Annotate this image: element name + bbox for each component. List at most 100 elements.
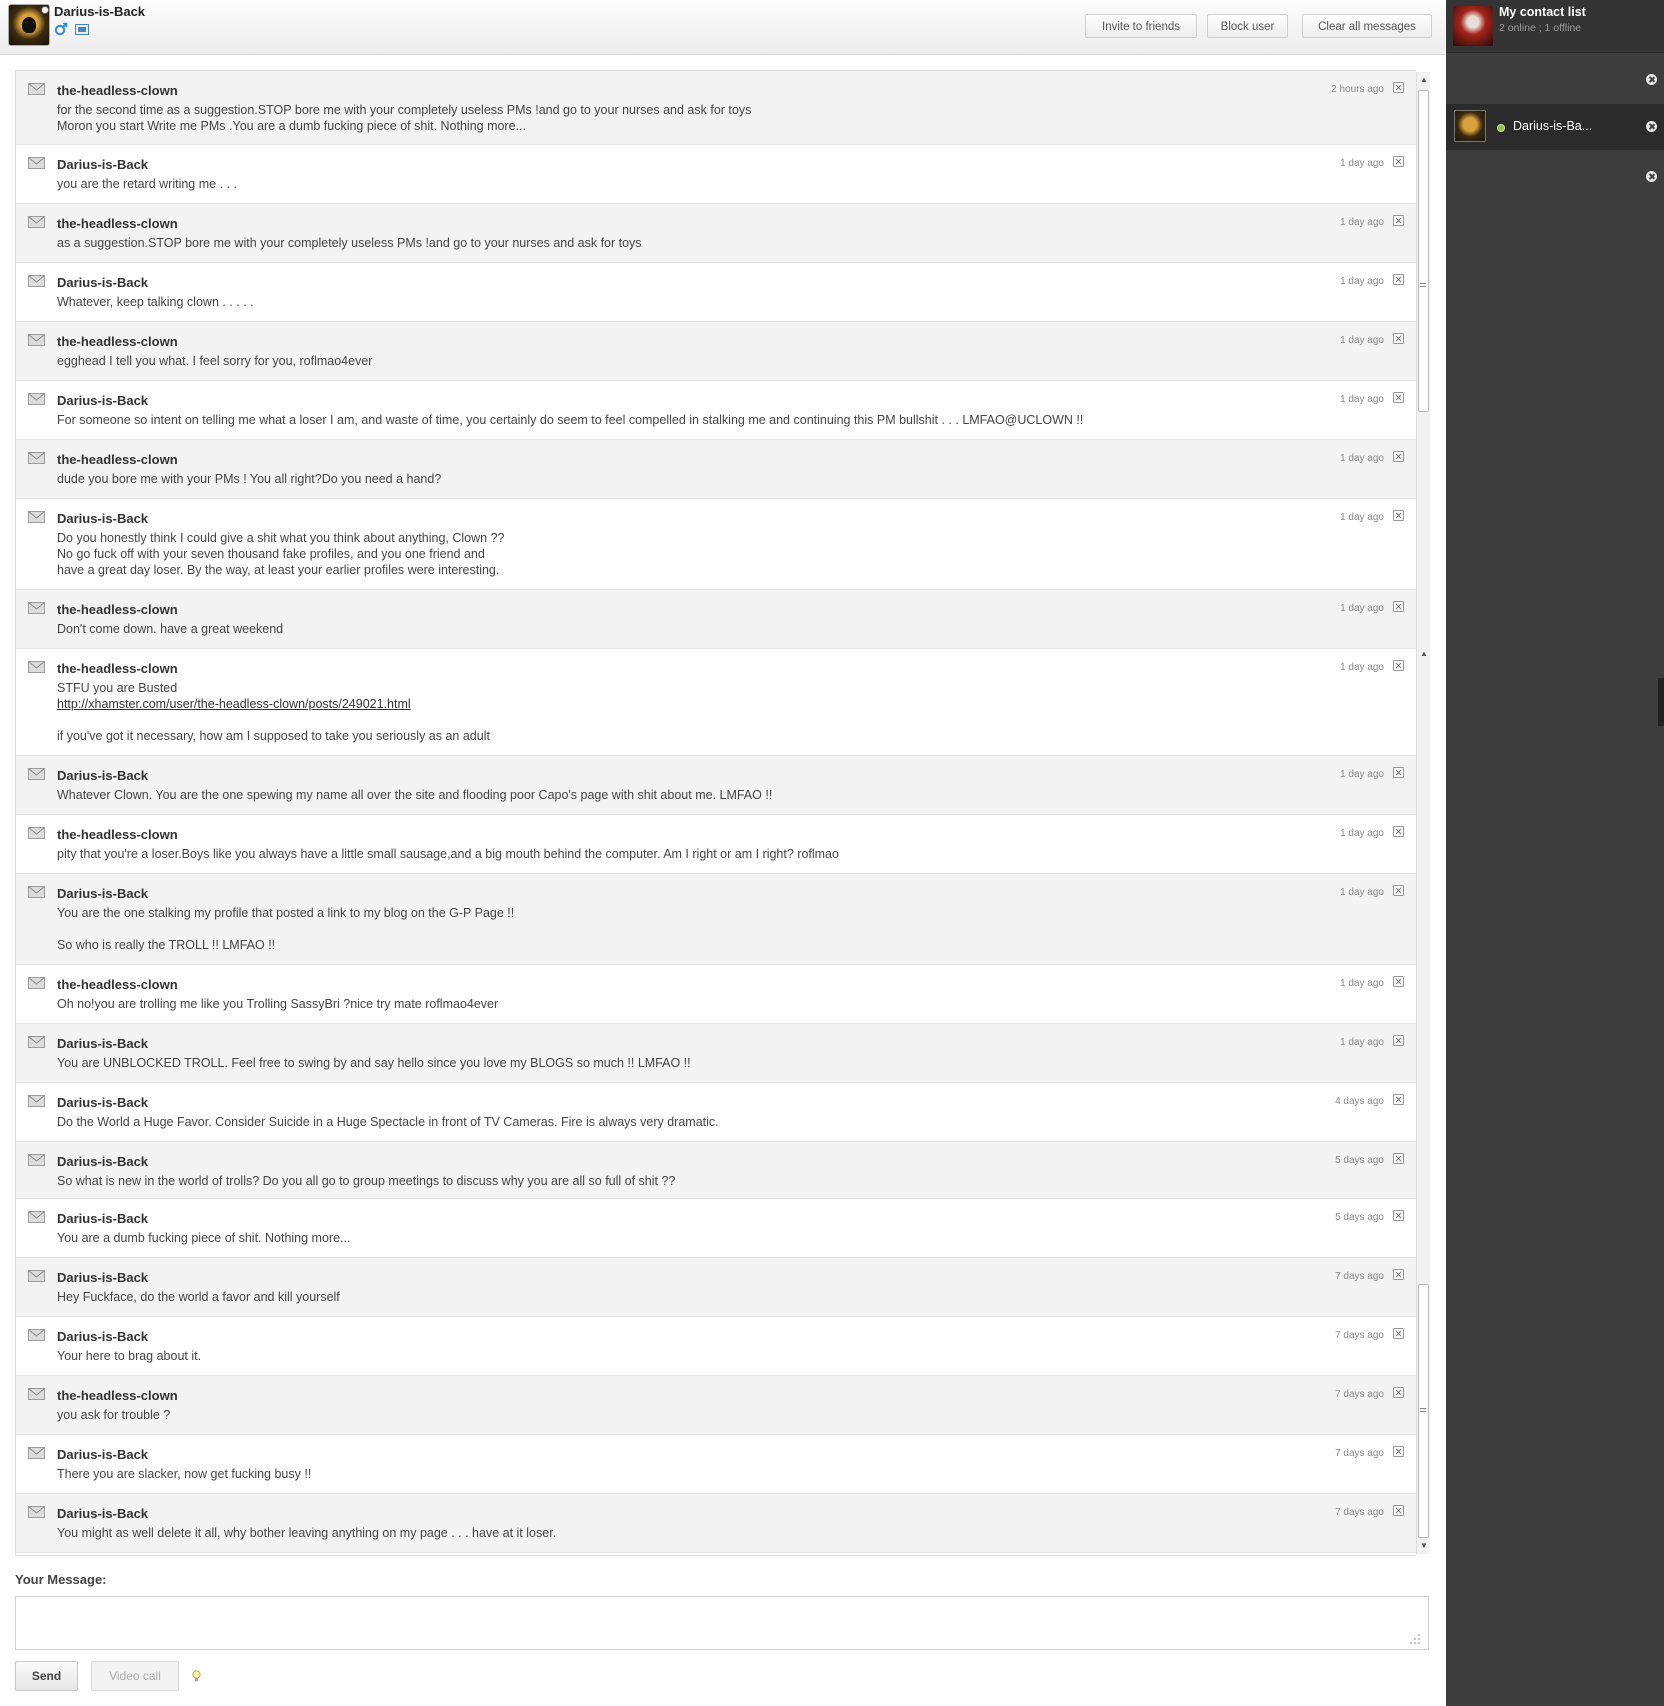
message-timestamp: 1 day ago [1340,335,1384,346]
contact-list-title: My contact list [1499,5,1586,19]
delete-message-icon[interactable] [1393,82,1404,93]
video-call-button[interactable]: Video call [91,1661,179,1691]
clear-all-messages-button[interactable]: Clear all messages [1302,14,1432,38]
message-body: you ask for trouble ? [57,1408,171,1422]
message-author[interactable]: Darius-is-Back [57,1095,148,1110]
message-body: You are UNBLOCKED TROLL. Feel free to sw… [57,1056,691,1070]
page-scrollbar[interactable]: ▲ ▼ [1416,648,1430,1554]
message-author[interactable]: the-headless-clown [57,216,178,231]
send-button[interactable]: Send [15,1661,78,1691]
close-icon[interactable] [1646,121,1657,132]
close-icon[interactable] [1646,74,1657,85]
message-link[interactable]: http://xhamster.com/user/the-headless-cl… [57,697,411,711]
envelope-icon [28,1211,45,1223]
message-body: you are the retard writing me . . . [57,177,237,191]
message-timestamp: 5 days ago [1335,1212,1384,1223]
message-author[interactable]: Darius-is-Back [57,1329,148,1344]
message-author[interactable]: the-headless-clown [57,83,178,98]
envelope-icon [28,602,45,614]
delete-message-icon[interactable] [1393,1505,1404,1516]
message-body: Hey Fuckface, do the world a favor and k… [57,1290,340,1304]
message-timestamp: 7 days ago [1335,1271,1384,1282]
message-item: the-headless-clown 1 day ago as a suggesti… [16,204,1416,263]
message-input[interactable] [15,1596,1429,1650]
message-author[interactable]: the-headless-clown [57,334,178,349]
scroll-down-arrow[interactable]: ▼ [1420,1542,1428,1550]
delete-message-icon[interactable] [1393,510,1404,521]
scrollbar-grip [1420,1408,1426,1409]
delete-message-icon[interactable] [1393,451,1404,462]
envelope-icon [28,334,45,346]
message-author[interactable]: Darius-is-Back [57,393,148,408]
delete-message-icon[interactable] [1393,1446,1404,1457]
delete-message-icon[interactable] [1393,1153,1404,1164]
message-body: Do the World a Huge Favor. Consider Suic… [57,1115,719,1129]
message-item: the-headless-clown 1 day ago dude you bore… [16,440,1416,499]
message-author[interactable]: the-headless-clown [57,977,178,992]
delete-message-icon[interactable] [1393,976,1404,987]
message-item: Darius-is-Back 7 days ago Hey Fuckface, do… [16,1258,1416,1317]
message-author[interactable]: Darius-is-Back [57,1036,148,1051]
delete-message-icon[interactable] [1393,1210,1404,1221]
panel-resize-handle[interactable] [1658,678,1664,726]
close-icon[interactable] [1646,171,1657,182]
lightbulb-icon[interactable] [192,1670,201,1683]
delete-message-icon[interactable] [1393,274,1404,285]
delete-message-icon[interactable] [1393,1328,1404,1339]
message-author[interactable]: the-headless-clown [57,827,178,842]
message-author[interactable]: Darius-is-Back [57,511,148,526]
delete-message-icon[interactable] [1393,1094,1404,1105]
message-author[interactable]: the-headless-clown [57,661,178,676]
scroll-up-arrow[interactable]: ▲ [1420,650,1428,658]
message-list-scrollbar[interactable]: ▲ [1416,72,1430,657]
delete-message-icon[interactable] [1393,767,1404,778]
message-body: dude you bore me with your PMs ! You all… [57,472,442,486]
message-text: You are a dumb fucking piece of shit. No… [57,1230,1297,1246]
message-author[interactable]: Darius-is-Back [57,768,148,783]
message-author[interactable]: Darius-is-Back [57,157,148,172]
message-author[interactable]: Darius-is-Back [57,275,148,290]
message-body: Your here to brag about it. [57,1349,202,1363]
message-author[interactable]: Darius-is-Back [57,1506,148,1521]
message-author[interactable]: Darius-is-Back [57,1447,148,1462]
message-author[interactable]: the-headless-clown [57,452,178,467]
delete-message-icon[interactable] [1393,215,1404,226]
delete-message-icon[interactable] [1393,156,1404,167]
message-body: egghead I tell you what. I feel sorry fo… [57,354,373,368]
message-author[interactable]: Darius-is-Back [57,1270,148,1285]
message-author[interactable]: the-headless-clown [57,602,178,617]
envelope-icon [28,827,45,839]
contact-list-header: My contact list 2 online ; 1 offline [1446,0,1664,53]
message-author[interactable]: Darius-is-Back [57,886,148,901]
delete-message-icon[interactable] [1393,601,1404,612]
delete-message-icon[interactable] [1393,392,1404,403]
message-author[interactable]: the-headless-clown [57,1388,178,1403]
message-item: Darius-is-Back 1 day ago You are UNBLOCKED… [16,1024,1416,1083]
delete-message-icon[interactable] [1393,333,1404,344]
message-author[interactable]: Darius-is-Back [57,1154,148,1169]
photo-icon[interactable] [75,24,89,35]
block-user-button[interactable]: Block user [1207,14,1288,38]
message-body: So what is new in the world of trolls? D… [57,1174,676,1188]
contact-item[interactable]: Darius-is-Ba... [1446,104,1664,150]
delete-message-icon[interactable] [1393,1035,1404,1046]
delete-message-icon[interactable] [1393,1269,1404,1280]
delete-message-icon[interactable] [1393,885,1404,896]
message-list: the-headless-clown 2 hours ago for the sec… [15,70,1416,1556]
resize-handle-icon[interactable] [1409,1633,1421,1645]
scroll-up-arrow[interactable]: ▲ [1420,76,1428,84]
delete-message-icon[interactable] [1393,660,1404,671]
my-avatar[interactable] [1453,6,1493,46]
message-timestamp: 1 day ago [1340,217,1384,228]
delete-message-icon[interactable] [1393,1387,1404,1398]
invite-to-friends-button[interactable]: Invite to friends [1085,14,1197,38]
message-author[interactable]: Darius-is-Back [57,1211,148,1226]
envelope-icon [28,1388,45,1400]
chat-partner-name[interactable]: Darius-is-Back [54,4,145,19]
contact-count: 2 online ; 1 offline [1499,22,1582,34]
envelope-icon [28,511,45,523]
online-status-icon [1497,124,1505,132]
delete-message-icon[interactable] [1393,826,1404,837]
scrollbar-thumb[interactable] [1418,90,1429,412]
envelope-icon [28,977,45,989]
